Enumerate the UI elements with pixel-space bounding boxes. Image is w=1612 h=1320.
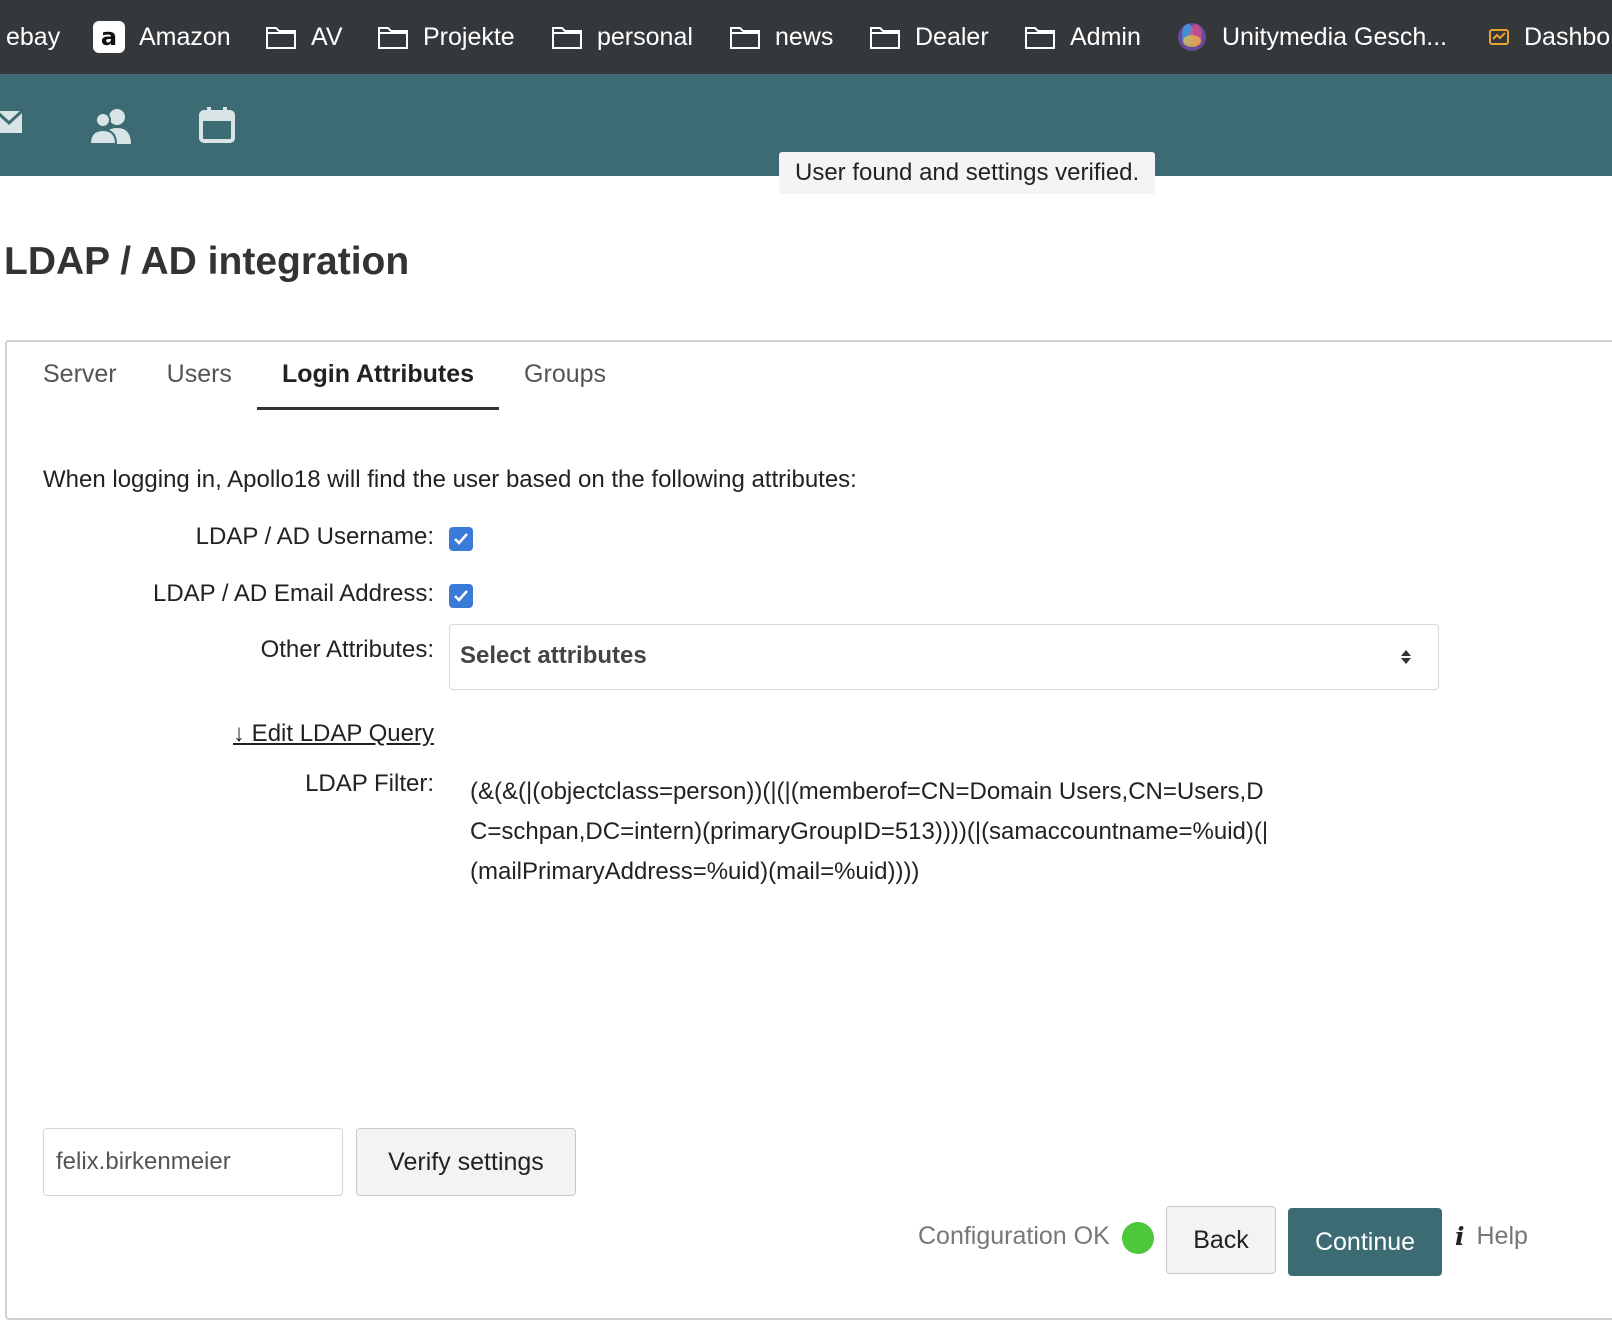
folder-icon [729,24,761,50]
tab-users[interactable]: Users [142,352,257,410]
bookmark-label: ebay [6,22,61,51]
continue-button[interactable]: Continue [1288,1208,1442,1276]
email-label: LDAP / AD Email Address: [152,580,434,607]
folder-icon [1024,24,1056,50]
verify-settings-button[interactable]: Verify settings [356,1128,576,1196]
tab-groups[interactable]: Groups [499,352,631,410]
intro-text: When logging in, Apollo18 will find the … [43,466,857,493]
bookmark-label: AV [311,22,343,51]
bookmark-unitymedia[interactable]: Unitymedia Gesch... [1176,0,1447,74]
bookmark-folder-projekte[interactable]: Projekte [377,0,515,74]
bookmark-label: Amazon [139,22,231,51]
bookmark-label: Dealer [915,22,989,51]
bookmark-folder-news[interactable]: news [729,0,833,74]
tab-login-attributes[interactable]: Login Attributes [256,352,500,410]
test-username-input[interactable] [43,1128,343,1196]
bookmarks-bar: ebay a Amazon AV Projekte personal news … [0,0,1612,74]
email-checkbox[interactable] [449,584,473,608]
bookmark-label: news [775,22,834,51]
ldap-filter-value: (&(&(|(objectclass=person))(|(|(memberof… [470,778,1269,885]
tab-server[interactable]: Server [37,352,142,410]
tab-bar: Server Users Login Attributes Groups [37,352,631,410]
folder-icon [551,24,583,50]
bookmark-folder-admin[interactable]: Admin [1024,0,1141,74]
bookmark-amazon[interactable]: a Amazon [93,0,231,74]
amazon-icon: a [93,21,125,53]
bookmark-folder-dealer[interactable]: Dealer [869,0,989,74]
folder-icon [265,24,297,50]
back-button[interactable]: Back [1166,1206,1276,1274]
other-attributes-label: Other Attributes: [260,636,434,663]
bookmark-ebay[interactable]: ebay [6,0,60,74]
help-link[interactable]: i Help [1455,1222,1528,1251]
bookmark-label: Unitymedia Gesch... [1222,22,1448,51]
status-ok-indicator [1122,1222,1154,1254]
checkmark-icon [454,533,468,545]
info-icon: i [1455,1222,1465,1251]
mail-icon[interactable] [0,106,24,143]
folder-icon [377,24,409,50]
calendar-icon[interactable] [198,106,236,149]
other-attributes-select[interactable]: Select attributes [449,624,1439,690]
bookmark-folder-av[interactable]: AV [265,0,343,74]
bookmark-label: Admin [1070,22,1141,51]
bookmark-folder-personal[interactable]: personal [551,0,693,74]
users-icon[interactable] [88,106,134,151]
select-placeholder: Select attributes [460,642,647,669]
settings-panel: Server Users Login Attributes Groups Whe… [5,340,1612,1320]
username-checkbox[interactable] [449,527,473,551]
bookmark-label: Projekte [423,22,515,51]
bookmark-label: Dashbo [1524,22,1611,51]
configuration-status-text: Configuration OK [918,1222,1110,1250]
bookmark-dashboard[interactable]: Dashbo [1488,0,1610,74]
app-header: User found and settings verified. [0,74,1612,194]
ldap-filter-label: LDAP Filter: [305,770,434,797]
edit-ldap-query-link[interactable]: ↓ Edit LDAP Query [233,720,434,748]
bookmark-label: personal [597,22,693,51]
checkmark-icon [454,590,468,602]
folder-icon [869,24,901,50]
username-label: LDAP / AD Username: [195,523,434,550]
page-title: LDAP / AD integration [4,240,410,283]
dashboard-icon [1488,26,1510,48]
help-label: Help [1476,1222,1528,1250]
unitymedia-icon [1176,21,1208,53]
toast-message: User found and settings verified. [779,152,1156,194]
sort-arrows-icon [1400,649,1412,670]
